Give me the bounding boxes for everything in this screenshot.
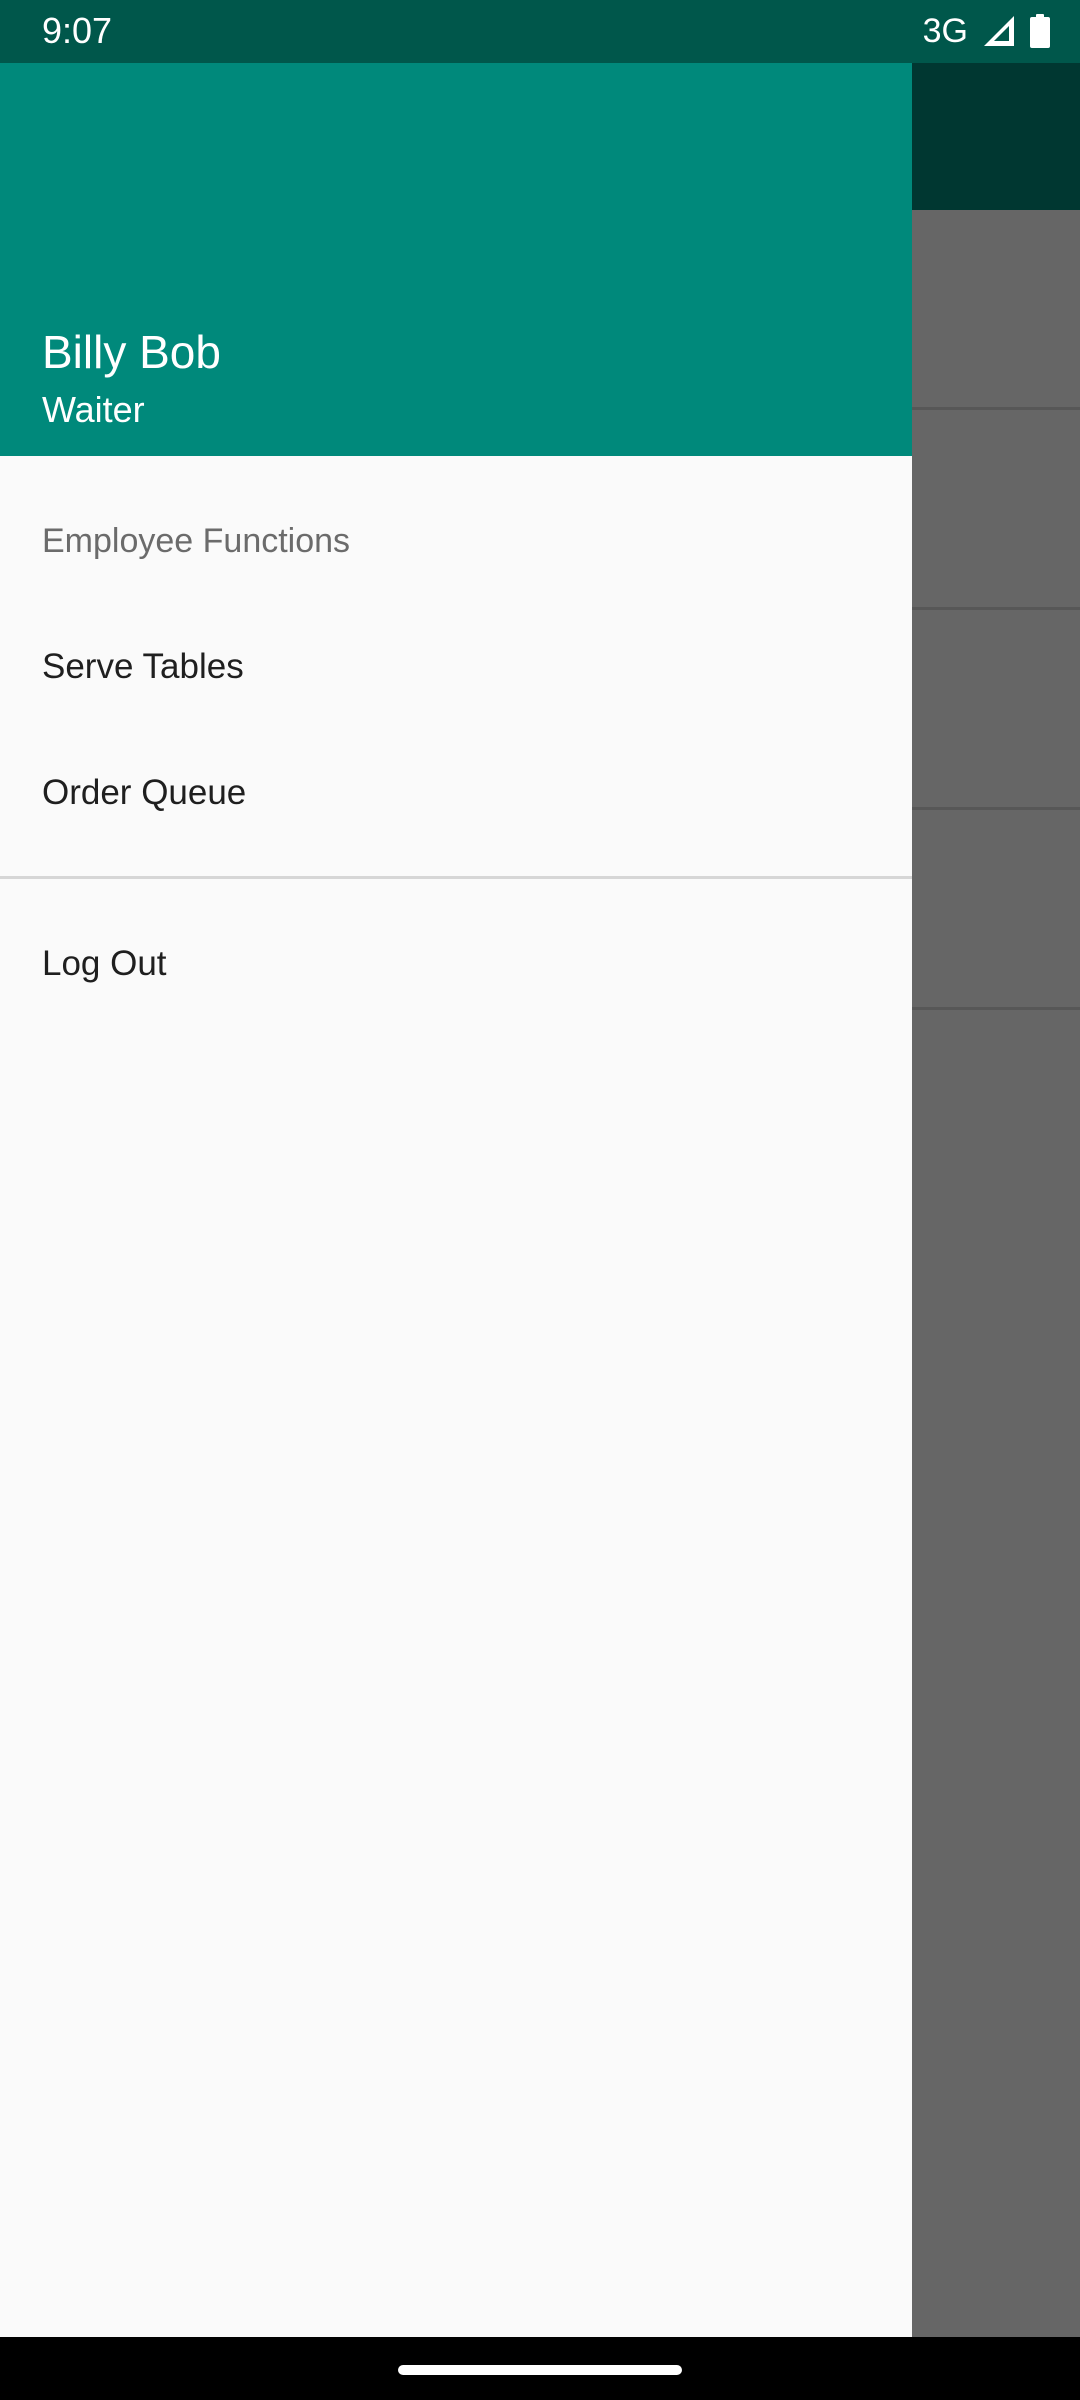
menu-item-serve-tables[interactable]: Serve Tables (0, 604, 912, 730)
divider (0, 876, 912, 879)
signal-icon (984, 16, 1014, 46)
navigation-bar (0, 2337, 1080, 2400)
network-type: 3G (922, 12, 968, 50)
navigation-drawer: Billy Bob Waiter Employee Functions Serv… (0, 63, 912, 2337)
menu-item-label: Log Out (42, 944, 167, 983)
home-gesture-handle[interactable] (398, 2365, 682, 2375)
user-name: Billy Bob (42, 326, 221, 378)
status-bar: 9:07 3G (0, 0, 1080, 63)
section-title-employee-functions: Employee Functions (42, 522, 351, 560)
status-icons: 3G (923, 10, 1050, 52)
menu-item-order-queue[interactable]: Order Queue (0, 730, 912, 856)
menu-item-label: Serve Tables (42, 647, 244, 686)
drawer-header: Billy Bob Waiter (0, 63, 912, 456)
user-role: Waiter (42, 389, 145, 430)
menu-item-log-out[interactable]: Log Out (0, 901, 912, 1027)
battery-icon (1030, 14, 1050, 48)
status-time: 9:07 (42, 10, 113, 51)
menu-item-label: Order Queue (42, 773, 247, 812)
